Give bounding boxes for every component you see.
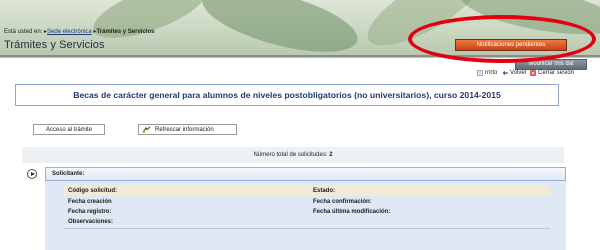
codigo-solicitud-label: Código solicitud:: [68, 188, 117, 194]
page-title: Trámites y Servicios: [4, 39, 105, 51]
breadcrumb-current: Trámites y Servicios: [96, 29, 155, 35]
modify-data-button[interactable]: Modificar mis dat: [515, 59, 587, 70]
title-divider: [0, 55, 600, 57]
breadcrumb-prefix: Está usted en:: [4, 29, 43, 35]
back-arrow-icon: [502, 70, 508, 76]
refrescar-button[interactable]: Refrescar información: [138, 124, 237, 135]
banner-leaf-decor: [86, 0, 214, 50]
banner-leaf-decor: [457, 0, 600, 44]
refresh-icon: [142, 126, 151, 134]
subnav-cut-label: rrirto: [485, 70, 498, 76]
fecha-registro-label: Fecha registro:: [68, 209, 112, 215]
acceso-tramite-button[interactable]: Acceso al trámite: [33, 124, 105, 135]
notifications-button[interactable]: Notificaciones pendientes: [455, 39, 567, 51]
subnav-cut-link[interactable]: rrirto: [477, 70, 497, 76]
summary-label: Número total de solicitudes:: [253, 152, 328, 158]
doc-icon: [477, 70, 483, 76]
fecha-ultima-modificacion-label: Fecha última modificación:: [313, 209, 391, 215]
breadcrumb-link-sede[interactable]: Sede electrónica: [47, 29, 92, 35]
fecha-confirmacion-label: Fecha confirmación:: [313, 199, 372, 205]
breadcrumb: Está usted en: ▸Sede electrónica ▸Trámit…: [4, 28, 154, 35]
summary-bar: Número total de solicitudes: 2: [22, 147, 564, 163]
close-session-icon: [530, 70, 536, 76]
observaciones-divider: [64, 228, 550, 229]
cerrar-sesion-label: Cerrar sesión: [538, 70, 575, 76]
volver-link[interactable]: Volver: [502, 70, 527, 76]
refrescar-label: Refrescar información: [155, 127, 214, 133]
highlight-row: [64, 185, 550, 196]
cerrar-sesion-link[interactable]: Cerrar sesión: [530, 70, 574, 76]
observaciones-label: Observaciones:: [68, 219, 114, 225]
banner-leaf-decor: [196, 0, 364, 58]
expand-play-icon[interactable]: [27, 169, 37, 179]
solicitante-header[interactable]: Solicitante:: [45, 167, 566, 181]
volver-label: Volver: [510, 70, 527, 76]
summary-count: 2: [329, 152, 333, 158]
procedure-title: Becas de carácter general para alumnos d…: [15, 84, 559, 106]
fecha-creacion-label: Fecha creación: [68, 199, 112, 205]
estado-label: Estado:: [313, 188, 336, 194]
